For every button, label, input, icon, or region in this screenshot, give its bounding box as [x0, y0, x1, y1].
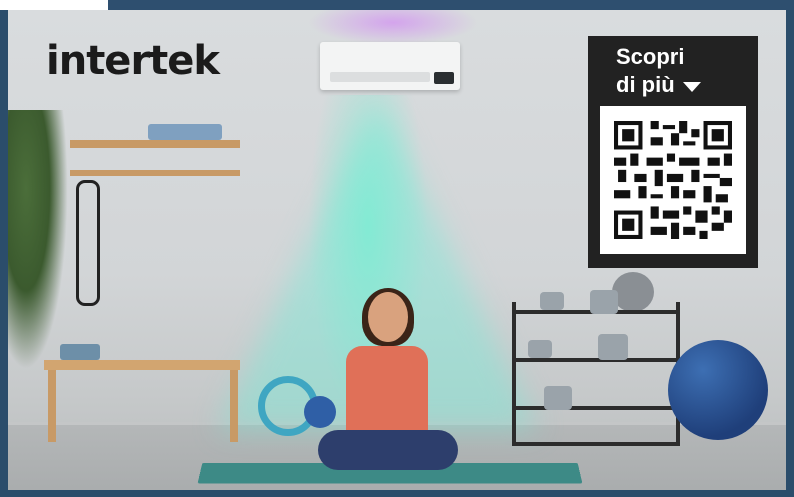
plant: [8, 110, 68, 370]
bench-towel: [60, 344, 100, 360]
hook-rail: [70, 170, 240, 176]
wall-shelf: [70, 140, 240, 148]
dumbbell: [540, 292, 564, 310]
dumbbell: [590, 290, 618, 314]
rack-shelf: [512, 358, 676, 362]
woman-body: [346, 346, 428, 442]
rack-shelf: [512, 406, 676, 410]
bench: [44, 360, 240, 370]
air-conditioner: [320, 42, 460, 90]
small-ball: [304, 396, 336, 428]
exercise-ball: [668, 340, 768, 440]
top-bar-right: [108, 0, 794, 10]
ad-banner: intertek Scopri di più: [0, 0, 794, 497]
bench-leg: [230, 370, 238, 442]
ac-display: [434, 72, 454, 84]
ac-glow: [308, 10, 478, 45]
top-bar-left: [0, 0, 108, 10]
resistance-band: [76, 180, 100, 306]
dumbbell-rack: [512, 302, 680, 446]
ac-grille: [330, 72, 430, 82]
qr-title-line2-wrap: di più: [616, 72, 701, 98]
qr-title-line2: di più: [616, 72, 675, 97]
bench-leg: [48, 370, 56, 442]
qr-card[interactable]: Scopri di più: [588, 36, 758, 268]
dumbbell: [528, 340, 552, 358]
qr-code-icon: [614, 121, 732, 239]
qr-title-line1: Scopri: [616, 44, 685, 69]
dumbbell: [544, 386, 572, 410]
brand-logo: intertek: [46, 38, 220, 84]
qr-code[interactable]: [600, 106, 746, 254]
caret-down-icon: [682, 82, 701, 92]
qr-header: Scopri di più: [588, 36, 758, 104]
woman-legs: [318, 430, 458, 470]
dumbbell: [598, 334, 628, 360]
woman-head: [368, 292, 408, 342]
shelf-towel: [148, 124, 222, 140]
